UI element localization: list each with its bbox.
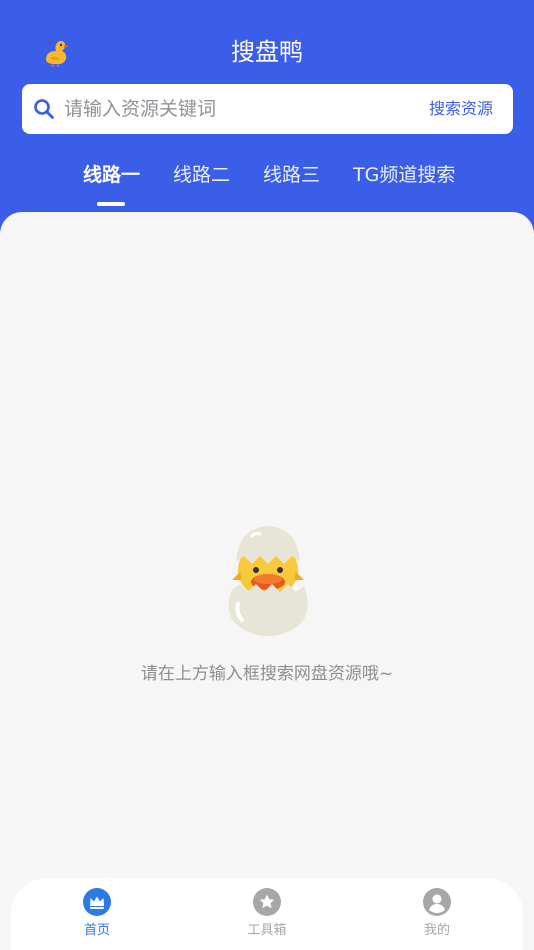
tab-tg-channel-search[interactable]: TG频道搜索 <box>353 158 455 192</box>
star-icon <box>253 888 281 916</box>
tab-route-3[interactable]: 线路三 <box>263 158 320 192</box>
tab-route-2[interactable]: 线路二 <box>173 158 230 192</box>
nav-home-label: 首页 <box>83 923 110 938</box>
results-panel: 请在上方输入框搜索网盘资源哦~ <box>0 212 534 950</box>
search-button[interactable]: 搜索资源 <box>429 97 493 121</box>
app-title: 搜盘鸭 <box>231 38 303 66</box>
route-tabs: 线路一 线路二 线路三 TG频道搜索 <box>0 158 534 208</box>
search-icon[interactable] <box>32 97 56 121</box>
nav-toolbox[interactable]: 工具箱 <box>227 888 307 944</box>
search-input[interactable] <box>64 91 404 127</box>
tab-route-1[interactable]: 线路一 <box>83 158 140 192</box>
header: 搜盘鸭 搜索资源 线路一 线路二 线路三 TG频道搜索 <box>0 0 534 214</box>
user-icon <box>423 888 451 916</box>
nav-mine[interactable]: 我的 <box>397 888 477 944</box>
nav-mine-label: 我的 <box>423 923 450 938</box>
crown-icon <box>83 888 111 916</box>
nav-home[interactable]: 首页 <box>57 888 137 944</box>
nav-toolbox-label: 工具箱 <box>247 923 287 938</box>
active-tab-indicator <box>97 202 125 206</box>
bottom-nav: 首页 工具箱 我的 <box>11 878 523 950</box>
duck-hatching-egg-icon <box>228 526 308 636</box>
search-bar: 搜索资源 <box>22 84 513 134</box>
empty-state-message: 请在上方输入框搜索网盘资源哦~ <box>140 664 394 684</box>
